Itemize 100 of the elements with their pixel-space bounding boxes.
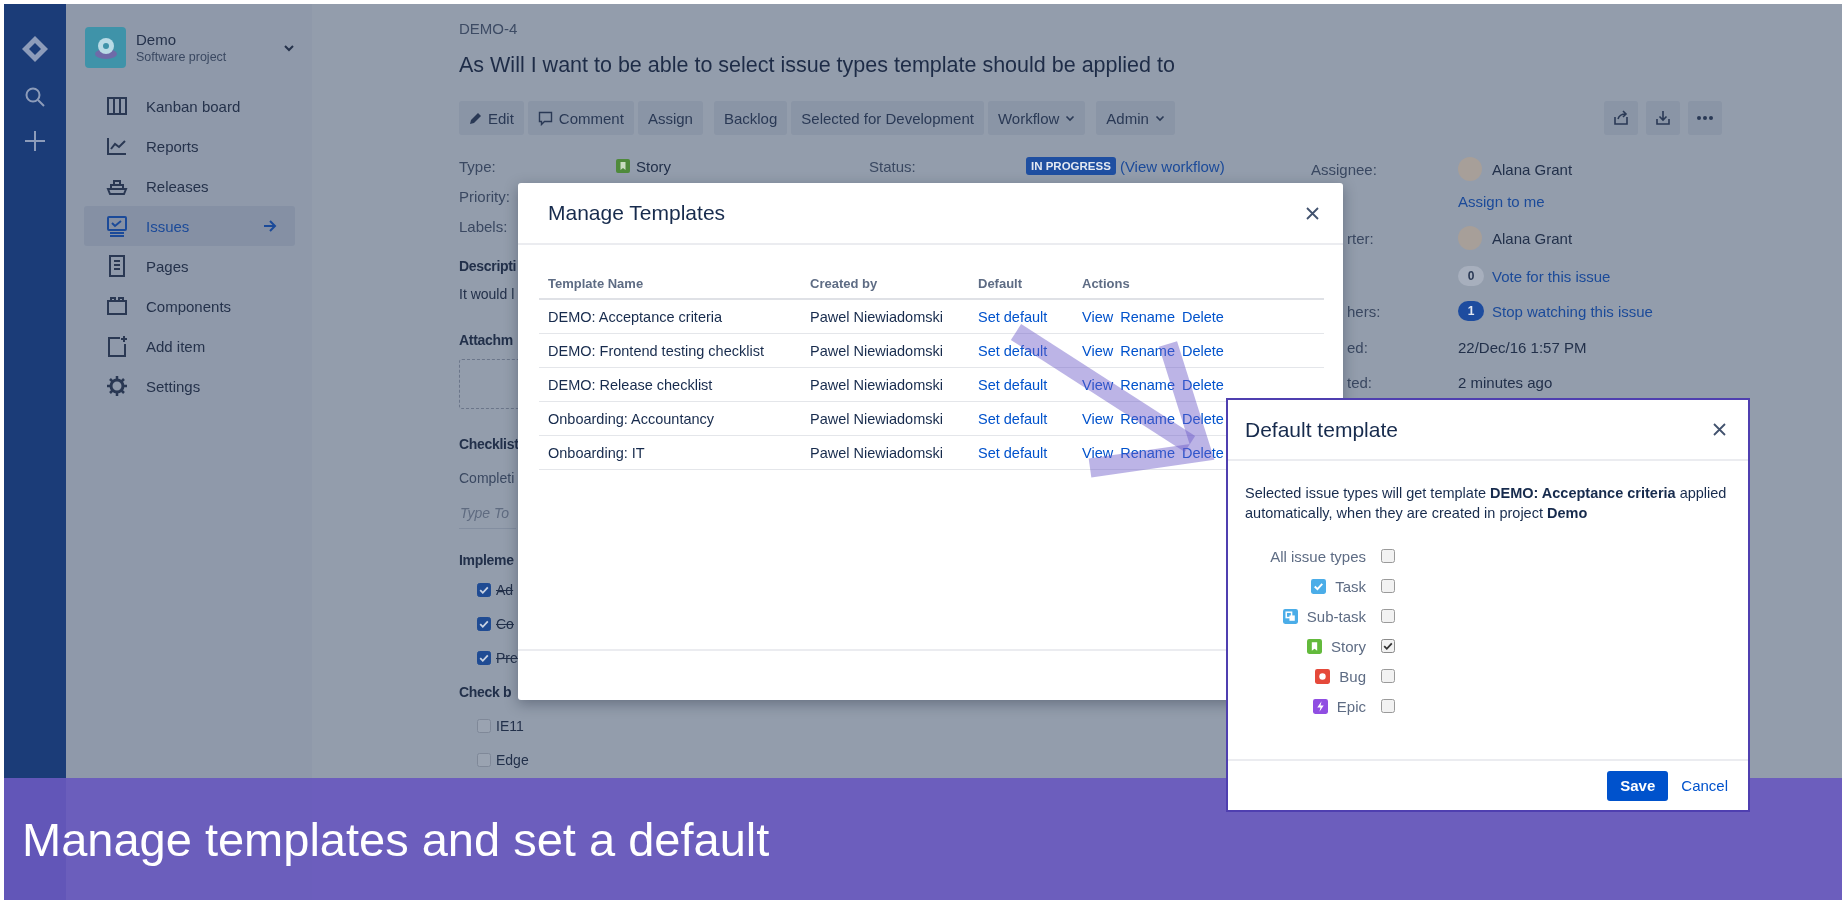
action-link[interactable]: Delete (1182, 376, 1224, 393)
set-default-link[interactable]: Set default (978, 444, 1048, 461)
set-default-link[interactable]: Set default (978, 410, 1048, 427)
project-type: Software project (136, 48, 228, 65)
checkbox[interactable] (477, 753, 491, 767)
cancel-link[interactable]: Cancel (1681, 777, 1728, 794)
caret-icon (1065, 114, 1076, 122)
completion-label: Completi (459, 469, 515, 488)
count-badge: 0 (1458, 266, 1484, 286)
toolbar-button[interactable]: Comment (527, 101, 634, 135)
action-link[interactable]: View (1082, 410, 1114, 427)
sidebar-item[interactable]: Reports (84, 126, 295, 166)
toolbar-button[interactable]: Edit (459, 101, 524, 135)
section-heading: Descripti (459, 257, 517, 276)
sidebar-item[interactable]: Pages (84, 246, 295, 286)
field-label: ed: (1346, 338, 1369, 356)
checkbox[interactable] (1381, 639, 1395, 653)
share-button[interactable] (1604, 101, 1638, 135)
board-columns-icon (106, 95, 128, 117)
project-name[interactable]: Demo (136, 30, 273, 49)
description-text: It would l (459, 285, 515, 304)
field-label: Assignee: (1311, 160, 1378, 178)
checkbox[interactable] (1381, 669, 1395, 683)
story-icon (616, 159, 630, 173)
dialog-title: Default template (1245, 417, 1398, 442)
checkbox[interactable] (477, 583, 491, 597)
checklist-group-heading: Check b (459, 683, 512, 702)
checkbox[interactable] (1381, 549, 1395, 563)
checklist-item: IE11 (496, 718, 524, 734)
toolbar-button[interactable]: Assign (637, 101, 703, 135)
action-link[interactable]: View (1082, 376, 1114, 393)
action-link[interactable]: View (1082, 444, 1114, 461)
count-badge: 1 (1458, 301, 1484, 321)
assign-to-me-link[interactable]: Assign to me (1458, 193, 1545, 210)
sidebar-item[interactable]: Settings (84, 366, 295, 406)
user-name[interactable]: Alana Grant (1492, 229, 1573, 247)
action-link[interactable]: Delete (1182, 410, 1224, 427)
page-icon (106, 255, 128, 277)
issue-type-label: Bug (1339, 667, 1366, 685)
set-default-link[interactable]: Set default (978, 308, 1048, 325)
action-link[interactable]: View (1082, 342, 1114, 359)
issue-type-label: Sub-task (1306, 607, 1366, 625)
set-default-link[interactable]: Set default (978, 342, 1048, 359)
action-link[interactable]: Delete (1182, 444, 1224, 461)
toolbar-button[interactable]: Backlog (713, 101, 788, 135)
toolbar-button[interactable]: Workflow (987, 101, 1086, 135)
table-cell: Pawel Niewiadomski (801, 333, 969, 368)
checkbox[interactable] (1381, 609, 1395, 623)
chevron-down-icon[interactable] (283, 43, 295, 52)
more-button[interactable] (1688, 101, 1722, 135)
chart-icon (106, 135, 128, 157)
plus-icon[interactable] (24, 130, 46, 152)
checkbox[interactable] (1381, 699, 1395, 713)
status-badge: IN PROGRESS (1026, 157, 1116, 175)
issue-type-label: Epic (1336, 697, 1366, 715)
close-icon[interactable] (1306, 206, 1319, 220)
sidebar-item[interactable]: Releases (84, 166, 295, 206)
add-page-icon (106, 335, 128, 357)
column-header: Default (969, 268, 1073, 299)
section-heading: Checklist (459, 435, 519, 454)
save-button[interactable]: Save (1607, 770, 1669, 801)
action-link[interactable]: Rename (1120, 342, 1175, 359)
sidebar-item[interactable]: Components (84, 286, 295, 326)
arrow-right-icon (263, 220, 277, 232)
date-value: 2 minutes ago (1458, 373, 1553, 391)
close-icon[interactable] (1713, 423, 1726, 436)
sidebar-item[interactable]: Kanban board (84, 86, 295, 126)
checkbox[interactable] (477, 719, 491, 733)
checkbox[interactable] (477, 651, 491, 665)
table-cell: Pawel Niewiadomski (801, 367, 969, 402)
action-link[interactable]: Rename (1120, 308, 1175, 325)
checklist-item: Edge (496, 752, 529, 768)
action-link[interactable]: Delete (1182, 342, 1224, 359)
action-link[interactable]: Rename (1120, 376, 1175, 393)
action-link[interactable]: Vote for this issue (1492, 267, 1611, 285)
action-link[interactable]: Rename (1120, 410, 1175, 427)
field-label: Status: (869, 157, 917, 175)
user-name[interactable]: Alana Grant (1492, 160, 1573, 178)
view-workflow-link[interactable]: (View workflow) (1119, 157, 1225, 175)
issue-key[interactable]: DEMO-4 (459, 19, 1722, 39)
share-icon (1613, 110, 1629, 126)
sidebar-item[interactable]: Issues (84, 206, 295, 246)
table-cell: Pawel Niewiadomski (801, 435, 969, 470)
issue-type: Story (616, 157, 869, 175)
logo-icon[interactable] (20, 34, 50, 64)
checkbox[interactable] (1381, 579, 1395, 593)
export-button[interactable] (1646, 101, 1680, 135)
action-link[interactable]: Stop watching this issue (1492, 302, 1653, 320)
toolbar-button[interactable]: Selected for Development (791, 101, 984, 135)
action-link[interactable]: Rename (1120, 444, 1175, 461)
set-default-link[interactable]: Set default (978, 376, 1048, 393)
action-link[interactable]: Delete (1182, 308, 1224, 325)
action-link[interactable]: View (1082, 308, 1114, 325)
toolbar-button[interactable]: Admin (1096, 101, 1175, 135)
search-icon[interactable] (24, 86, 46, 108)
sidebar-item[interactable]: Add item (84, 326, 295, 366)
comment-icon (537, 110, 553, 126)
checkbox[interactable] (477, 617, 491, 631)
table-cell: DEMO: Frontend testing checklist (539, 333, 801, 368)
field-label: Priority: (459, 187, 511, 205)
